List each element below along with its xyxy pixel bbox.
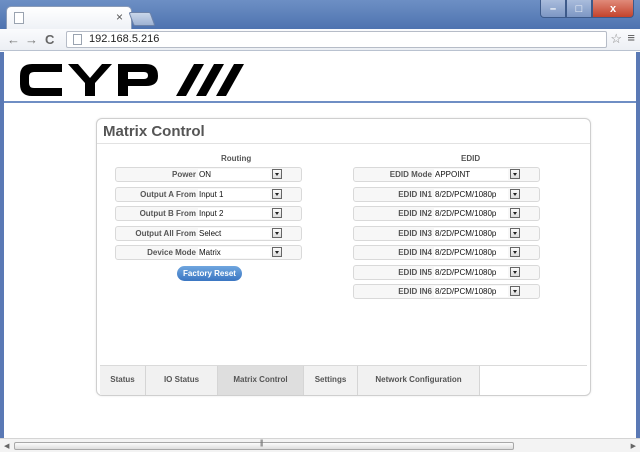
chevron-down-icon[interactable] (510, 169, 520, 179)
bookmark-star-icon[interactable]: ☆ (610, 31, 622, 47)
power-row: Power ON (115, 167, 302, 182)
scrollbar-thumb[interactable]: ||| (14, 440, 514, 450)
edid-in3-row: EDID IN3 8/2D/PCM/1080p (353, 226, 540, 241)
edid-in2-select[interactable]: 8/2D/PCM/1080p (434, 208, 508, 219)
routing-heading: Routing (221, 154, 252, 163)
browser-toolbar: ← → C 192.168.5.216 ☆ ≡ (0, 29, 640, 51)
edid-in5-label: EDID IN5 (398, 268, 432, 277)
url-text: 192.168.5.216 (89, 33, 160, 45)
edid-in2-label: EDID IN2 (398, 209, 432, 218)
output-a-select[interactable]: Input 1 (198, 189, 270, 200)
browser-tab[interactable]: × (6, 6, 132, 30)
matrix-control-panel: Matrix Control Routing Power ON Output A… (96, 118, 591, 396)
browser-menu-icon[interactable]: ≡ (627, 30, 635, 45)
edid-mode-label: EDID Mode (389, 170, 432, 179)
back-icon[interactable]: ← (7, 32, 20, 48)
horizontal-scrollbar[interactable]: ◀ ||| ▶ (0, 438, 640, 452)
tab-settings[interactable]: Settings (304, 366, 358, 395)
edid-in5-row: EDID IN5 8/2D/PCM/1080p (353, 265, 540, 280)
forward-icon[interactable]: → (25, 32, 38, 48)
chevron-down-icon[interactable] (272, 228, 282, 238)
grip-icon: ||| (260, 440, 264, 447)
maximize-button[interactable]: □ (566, 0, 592, 18)
chevron-down-icon[interactable] (510, 228, 520, 238)
device-mode-select[interactable]: Matrix (198, 247, 270, 258)
tab-matrix-control[interactable]: Matrix Control (218, 366, 304, 395)
chevron-down-icon[interactable] (272, 189, 282, 199)
edid-in1-label: EDID IN1 (398, 190, 432, 199)
close-window-button[interactable]: x (592, 0, 634, 18)
output-b-label: Output B From (139, 209, 196, 218)
tab-io-status[interactable]: IO Status (146, 366, 218, 395)
power-label: Power (171, 170, 196, 179)
chevron-down-icon[interactable] (510, 286, 520, 296)
edid-in4-label: EDID IN4 (398, 248, 432, 257)
output-a-label: Output A From (140, 190, 196, 199)
tab-status[interactable]: Status (100, 366, 146, 395)
output-all-select[interactable]: Select (198, 228, 270, 239)
chevron-down-icon[interactable] (272, 169, 282, 179)
edid-in4-row: EDID IN4 8/2D/PCM/1080p (353, 245, 540, 260)
page-viewport: Matrix Control Routing Power ON Output A… (0, 52, 640, 438)
chevron-down-icon[interactable] (272, 208, 282, 218)
chevron-down-icon[interactable] (510, 247, 520, 257)
scroll-left-icon[interactable]: ◀ (4, 442, 9, 450)
edid-in5-select[interactable]: 8/2D/PCM/1080p (434, 267, 508, 278)
page-favicon-icon (14, 12, 24, 24)
header-divider (4, 101, 636, 103)
factory-reset-button[interactable]: Factory Reset (177, 266, 242, 281)
chevron-down-icon[interactable] (510, 189, 520, 199)
edid-mode-row: EDID Mode APPOINT (353, 167, 540, 182)
tab-network-configuration[interactable]: Network Configuration (358, 366, 480, 395)
output-b-row: Output B From Input 2 (115, 206, 302, 221)
cyp-logo (18, 60, 258, 105)
address-bar[interactable]: 192.168.5.216 (66, 31, 607, 48)
title-divider (97, 143, 590, 144)
edid-heading: EDID (461, 154, 481, 163)
power-select[interactable]: ON (198, 169, 270, 180)
device-mode-row: Device Mode Matrix (115, 245, 302, 260)
output-all-row: Output All From Select (115, 226, 302, 241)
edid-in3-select[interactable]: 8/2D/PCM/1080p (434, 228, 508, 239)
device-mode-label: Device Mode (147, 248, 196, 257)
chevron-down-icon[interactable] (272, 247, 282, 257)
page-icon (73, 34, 82, 45)
edid-in6-label: EDID IN6 (398, 287, 432, 296)
output-all-label: Output All From (135, 229, 196, 238)
output-a-row: Output A From Input 1 (115, 187, 302, 202)
browser-titlebar: × – □ x (0, 0, 640, 30)
minimize-button[interactable]: – (540, 0, 566, 18)
edid-in4-select[interactable]: 8/2D/PCM/1080p (434, 247, 508, 258)
page-tab-bar: Status IO Status Matrix Control Settings… (100, 365, 587, 395)
page-title: Matrix Control (103, 123, 205, 140)
scroll-right-icon[interactable]: ▶ (631, 442, 636, 450)
edid-in6-select[interactable]: 8/2D/PCM/1080p (434, 286, 508, 297)
edid-mode-select[interactable]: APPOINT (434, 169, 508, 180)
tab-close-icon[interactable]: × (116, 10, 123, 24)
edid-in3-label: EDID IN3 (398, 229, 432, 238)
chevron-down-icon[interactable] (510, 267, 520, 277)
new-tab-button[interactable] (128, 12, 156, 26)
chevron-down-icon[interactable] (510, 208, 520, 218)
output-b-select[interactable]: Input 2 (198, 208, 270, 219)
edid-in6-row: EDID IN6 8/2D/PCM/1080p (353, 284, 540, 299)
reload-icon[interactable]: C (45, 32, 54, 48)
edid-in1-select[interactable]: 8/2D/PCM/1080p (434, 189, 508, 200)
window-controls: – □ x (540, 0, 634, 18)
edid-in1-row: EDID IN1 8/2D/PCM/1080p (353, 187, 540, 202)
edid-in2-row: EDID IN2 8/2D/PCM/1080p (353, 206, 540, 221)
